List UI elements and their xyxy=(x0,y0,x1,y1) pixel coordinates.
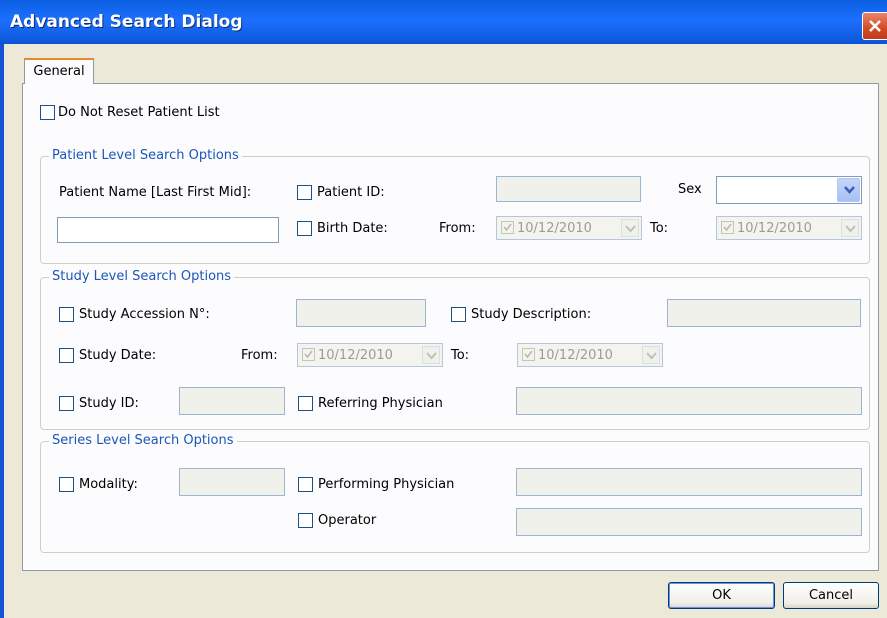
patient-name-label: Patient Name [Last First Mid]: xyxy=(59,185,252,200)
referring-physician-checkbox[interactable] xyxy=(298,396,313,411)
series-level-legend: Series Level Search Options xyxy=(49,433,237,448)
modality-checkbox[interactable] xyxy=(59,477,74,492)
date-enabled-checkbox[interactable] xyxy=(302,348,315,361)
birth-to-value: 10/12/2010 xyxy=(737,221,812,236)
chevron-down-icon xyxy=(625,225,636,233)
check-icon xyxy=(503,223,512,232)
study-to-label: To: xyxy=(451,348,470,363)
birth-from-datepicker[interactable]: 10/12/2010 xyxy=(496,216,642,240)
study-description-checkbox[interactable] xyxy=(451,307,466,322)
date-enabled-checkbox[interactable] xyxy=(721,221,734,234)
birth-to-datepicker[interactable]: 10/12/2010 xyxy=(716,216,862,240)
modality-label: Modality: xyxy=(79,477,138,492)
study-date-label: Study Date: xyxy=(79,348,157,363)
patient-name-input[interactable] xyxy=(57,217,279,243)
birth-date-checkbox[interactable] xyxy=(297,221,312,236)
study-from-datepicker[interactable]: 10/12/2010 xyxy=(297,343,443,367)
sex-select[interactable] xyxy=(716,176,862,204)
cancel-button[interactable]: Cancel xyxy=(783,582,879,609)
performing-physician-input[interactable] xyxy=(516,468,862,496)
patient-id-label: Patient ID: xyxy=(317,185,385,200)
birth-from-value: 10/12/2010 xyxy=(517,221,592,236)
check-icon xyxy=(723,223,732,232)
birth-from-label: From: xyxy=(439,221,476,236)
study-accession-checkbox[interactable] xyxy=(59,307,74,322)
performing-physician-checkbox[interactable] xyxy=(298,477,313,492)
calendar-dropdown-button[interactable] xyxy=(422,346,440,364)
study-id-label: Study ID: xyxy=(79,396,139,411)
study-description-input[interactable] xyxy=(667,299,861,327)
series-level-group: Series Level Search Options xyxy=(40,433,870,553)
do-not-reset-label: Do Not Reset Patient List xyxy=(58,105,220,120)
do-not-reset-checkbox[interactable] xyxy=(40,105,55,120)
chevron-down-icon xyxy=(646,352,657,360)
date-enabled-checkbox[interactable] xyxy=(501,221,514,234)
study-id-input[interactable] xyxy=(179,387,285,415)
modality-input[interactable] xyxy=(179,468,285,496)
study-level-legend: Study Level Search Options xyxy=(49,269,235,284)
referring-physician-input[interactable] xyxy=(516,387,862,415)
chevron-down-icon xyxy=(845,225,856,233)
chevron-down-icon xyxy=(844,186,855,194)
chevron-down-icon xyxy=(426,352,437,360)
window-border xyxy=(0,44,4,618)
date-enabled-checkbox[interactable] xyxy=(522,348,535,361)
sex-dropdown-button[interactable] xyxy=(837,178,860,202)
study-accession-label: Study Accession N°: xyxy=(79,307,210,322)
check-icon xyxy=(524,350,533,359)
ok-button[interactable]: OK xyxy=(668,582,775,609)
operator-checkbox[interactable] xyxy=(298,513,313,528)
study-to-value: 10/12/2010 xyxy=(538,348,613,363)
patient-id-input[interactable] xyxy=(496,176,641,202)
study-accession-input[interactable] xyxy=(296,299,426,327)
study-to-datepicker[interactable]: 10/12/2010 xyxy=(517,343,663,367)
title-bar[interactable]: Advanced Search Dialog xyxy=(0,0,887,44)
study-description-label: Study Description: xyxy=(471,307,592,322)
advanced-search-dialog: Advanced Search Dialog General Do Not Re… xyxy=(0,0,887,618)
operator-input[interactable] xyxy=(516,508,862,536)
study-from-label: From: xyxy=(241,348,278,363)
study-from-value: 10/12/2010 xyxy=(318,348,393,363)
study-date-checkbox[interactable] xyxy=(59,348,74,363)
patient-level-group: Patient Level Search Options xyxy=(40,148,870,264)
calendar-dropdown-button[interactable] xyxy=(621,219,639,237)
window-title: Advanced Search Dialog xyxy=(10,12,243,32)
close-button[interactable] xyxy=(862,12,887,40)
performing-physician-label: Performing Physician xyxy=(318,477,455,492)
patient-id-checkbox[interactable] xyxy=(297,185,312,200)
referring-physician-label: Referring Physician xyxy=(318,396,443,411)
close-icon xyxy=(869,20,881,32)
tab-general[interactable]: General xyxy=(24,58,94,84)
calendar-dropdown-button[interactable] xyxy=(642,346,660,364)
study-id-checkbox[interactable] xyxy=(59,396,74,411)
patient-level-legend: Patient Level Search Options xyxy=(49,148,242,163)
sex-label: Sex xyxy=(678,182,702,197)
operator-label: Operator xyxy=(318,513,377,528)
check-icon xyxy=(304,350,313,359)
birth-date-label: Birth Date: xyxy=(317,221,388,236)
birth-to-label: To: xyxy=(650,221,669,236)
calendar-dropdown-button[interactable] xyxy=(841,219,859,237)
